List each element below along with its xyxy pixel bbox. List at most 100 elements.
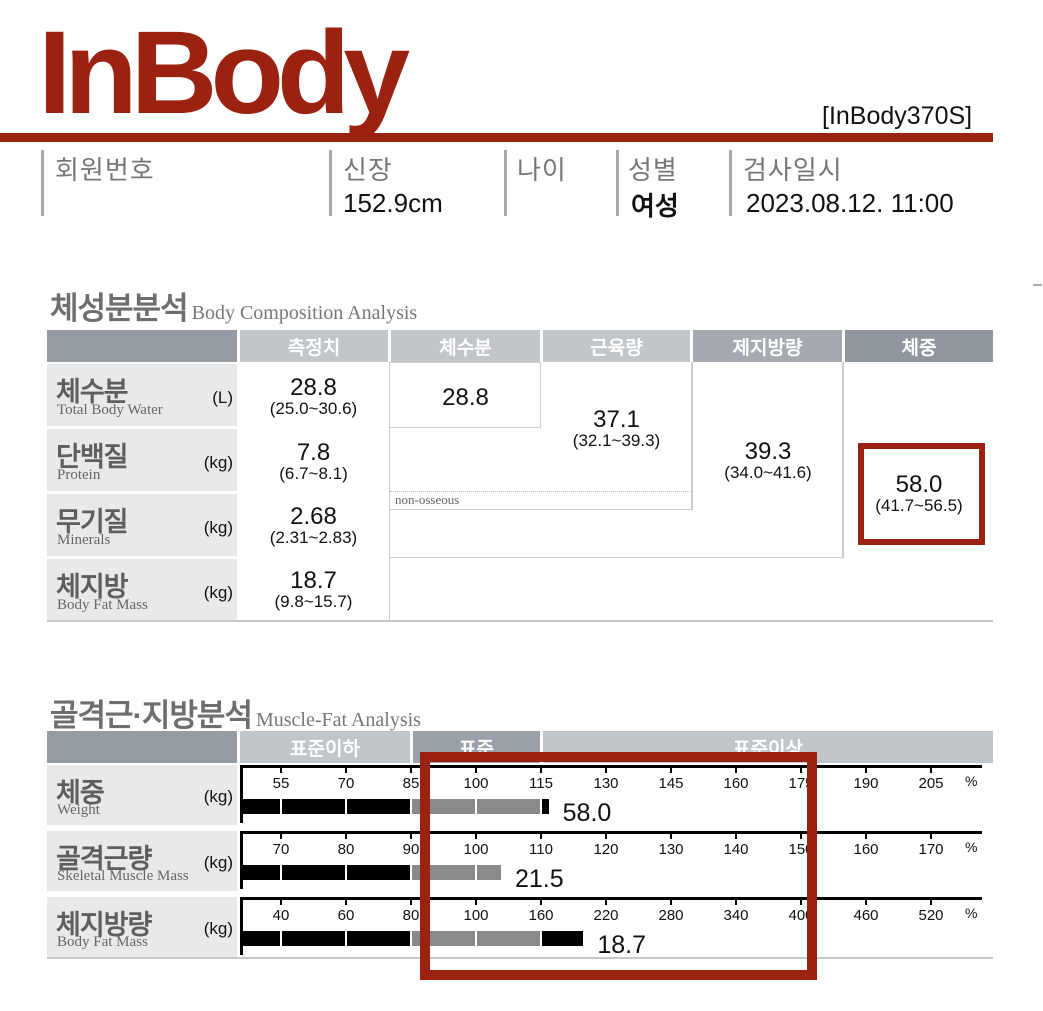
row-label-en: Body Fat Mass bbox=[57, 934, 148, 950]
scale-axis-left bbox=[240, 765, 243, 823]
range: (6.7~8.1) bbox=[279, 464, 348, 483]
value: 37.1 bbox=[593, 406, 640, 433]
value: 18.7 bbox=[290, 567, 337, 594]
header-divider bbox=[0, 133, 993, 142]
measured-fat: 18.7 (9.8~15.7) bbox=[238, 569, 389, 611]
water-total: 28.8 bbox=[390, 386, 541, 410]
range: (34.0~41.6) bbox=[724, 463, 812, 482]
info-separator bbox=[729, 150, 732, 216]
row-unit: (kg) bbox=[203, 583, 233, 602]
member-no-label: 회원번호 bbox=[55, 155, 155, 185]
ffm-value: 39.3 (34.0~41.6) bbox=[693, 440, 843, 482]
range: (25.0~30.6) bbox=[269, 399, 358, 418]
row-label-minerals: 무기질 Minerals (kg) bbox=[47, 494, 237, 556]
row-label-en: Skeletal Muscle Mass bbox=[57, 868, 189, 884]
margin-mark bbox=[1033, 284, 1042, 286]
row-unit: (kg) bbox=[203, 787, 233, 806]
range: (2.31~2.83) bbox=[269, 528, 358, 547]
tick bbox=[345, 831, 347, 839]
mf-row-label: 체지방량 Body Fat Mass (kg) bbox=[47, 897, 237, 957]
mf-row-label: 체중 Weight (kg) bbox=[47, 765, 237, 825]
col-header-measured: 측정치 bbox=[240, 330, 388, 362]
tick bbox=[280, 765, 282, 773]
row-unit: (L) bbox=[212, 388, 233, 407]
tick bbox=[865, 765, 867, 773]
bar-segment bbox=[240, 799, 280, 814]
bar-segment bbox=[347, 799, 410, 814]
tick bbox=[410, 831, 412, 839]
percent-symbol: % bbox=[965, 839, 978, 855]
bar-segment bbox=[240, 931, 280, 946]
divider bbox=[843, 362, 844, 558]
row-unit: (kg) bbox=[203, 518, 233, 537]
tick-label: 80 bbox=[337, 841, 355, 858]
tick bbox=[865, 831, 867, 839]
bar-segment bbox=[240, 865, 280, 880]
row-unit: (kg) bbox=[203, 853, 233, 872]
date-label: 검사일시 bbox=[743, 155, 843, 185]
value: 39.3 bbox=[744, 438, 792, 465]
range: (32.1~39.3) bbox=[572, 431, 661, 450]
row-gap bbox=[47, 427, 389, 429]
tick-label: 55 bbox=[272, 775, 290, 792]
measured-water: 28.8 (25.0~30.6) bbox=[238, 376, 389, 418]
row-label-fat: 체지방 Body Fat Mass (kg) bbox=[47, 559, 237, 621]
bar-segment bbox=[347, 865, 410, 880]
tick-label: 60 bbox=[337, 907, 355, 924]
height-value: 152.9cm bbox=[343, 188, 443, 218]
scale-axis-left bbox=[240, 897, 243, 955]
measured-protein: 7.8 (6.7~8.1) bbox=[238, 441, 389, 483]
tick-label: 90 bbox=[402, 841, 420, 858]
info-separator bbox=[41, 150, 44, 216]
tick bbox=[280, 897, 282, 905]
tick bbox=[345, 765, 347, 773]
tick bbox=[930, 831, 932, 839]
age-label: 나이 bbox=[517, 155, 567, 185]
tick-label: 205 bbox=[918, 775, 944, 792]
muscle-fat-title: 골격근·지방분석 Muscle-Fat Analysis bbox=[50, 690, 421, 735]
tick-label: 70 bbox=[272, 841, 290, 858]
bar-segment bbox=[347, 931, 410, 946]
scale-axis-left bbox=[240, 831, 243, 889]
value: 28.8 bbox=[290, 374, 337, 401]
sex-value: 여성 bbox=[631, 191, 679, 221]
measured-minerals: 2.68 (2.31~2.83) bbox=[238, 505, 389, 547]
range: (9.8~15.7) bbox=[274, 592, 353, 611]
tick-label: 460 bbox=[853, 907, 879, 924]
row-unit: (kg) bbox=[203, 453, 233, 472]
col-header-muscle: 근육량 bbox=[543, 330, 690, 362]
mf-row-label: 골격근량 Skeletal Muscle Mass (kg) bbox=[47, 831, 237, 891]
bar-segment bbox=[282, 799, 345, 814]
tick-label: 70 bbox=[337, 775, 355, 792]
highlight-box-annotation bbox=[420, 752, 817, 980]
row-label-water: 체수분 Total Body Water (L) bbox=[47, 364, 237, 426]
tick bbox=[280, 831, 282, 839]
divider bbox=[692, 362, 693, 510]
highlight-box-weight bbox=[858, 443, 985, 545]
body-composition-title: 체성분분석 Body Composition Analysis bbox=[50, 283, 417, 328]
info-separator bbox=[616, 150, 619, 216]
row-label-protein: 단백질 Protein (kg) bbox=[47, 429, 237, 491]
value: 7.8 bbox=[296, 439, 331, 466]
tick-label: 190 bbox=[853, 775, 879, 792]
bar-segment bbox=[282, 931, 345, 946]
section-title-en: Body Composition Analysis bbox=[191, 302, 418, 324]
table-bottom-line bbox=[47, 620, 993, 622]
section-title-ko: 골격근·지방분석 bbox=[50, 698, 253, 733]
section-title-en: Muscle-Fat Analysis bbox=[255, 709, 421, 731]
date-value: 2023.08.12. 11:00 bbox=[746, 188, 954, 218]
header-blank bbox=[47, 330, 237, 362]
tick-label: 40 bbox=[272, 907, 290, 924]
info-separator bbox=[329, 150, 332, 216]
row-label-en: Protein bbox=[57, 467, 101, 483]
col-header-weight: 체중 bbox=[845, 330, 993, 362]
bar-segment bbox=[282, 865, 345, 880]
band-below: 표준이하 bbox=[240, 731, 410, 763]
percent-symbol: % bbox=[965, 905, 978, 921]
tick bbox=[410, 897, 412, 905]
value: 2.68 bbox=[290, 503, 337, 530]
tick-label: 80 bbox=[402, 907, 420, 924]
row-label-en: Body Fat Mass bbox=[57, 597, 148, 613]
tick bbox=[345, 897, 347, 905]
col-header-ffm: 제지방량 bbox=[693, 330, 842, 362]
